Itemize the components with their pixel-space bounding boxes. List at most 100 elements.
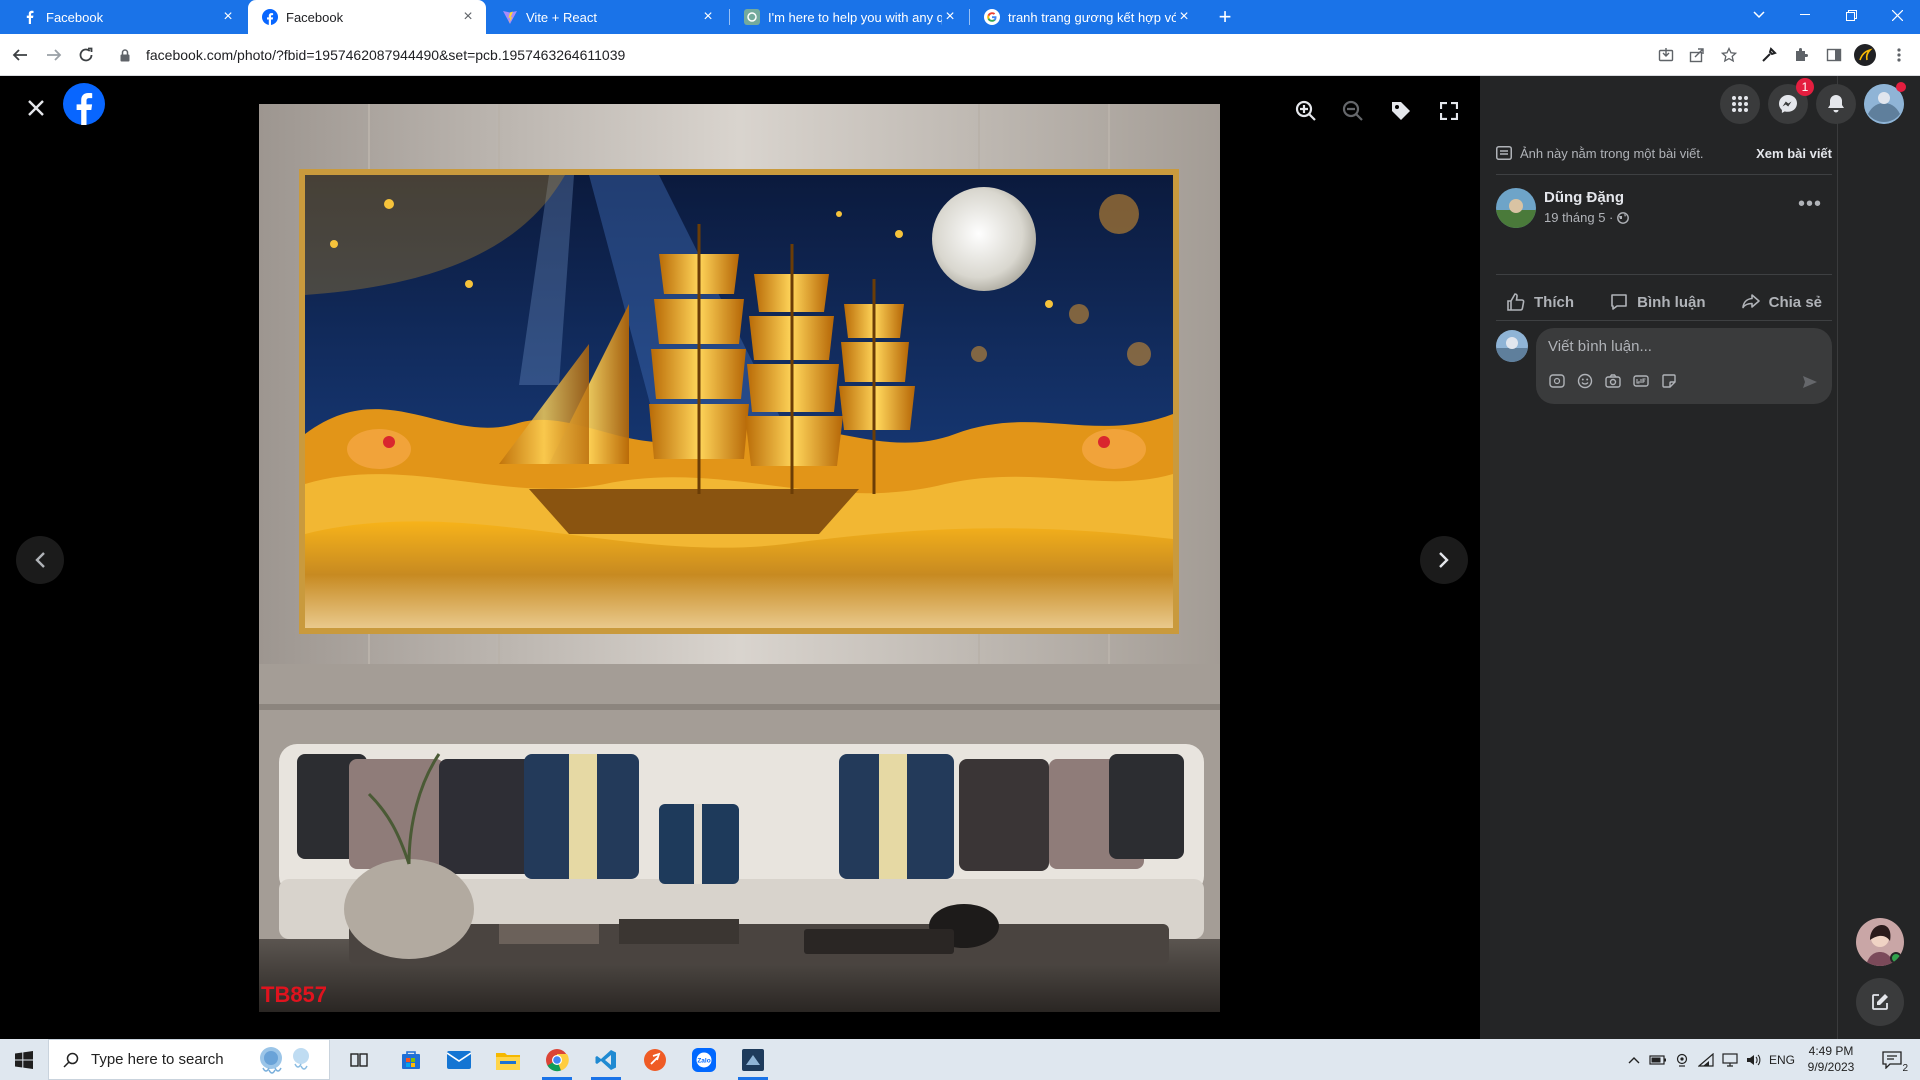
new-message-button[interactable] — [1856, 978, 1904, 1026]
account-avatar[interactable] — [1864, 82, 1906, 124]
vscode-taskbar-icon[interactable] — [583, 1039, 629, 1080]
chatgpt-icon — [744, 9, 760, 25]
tab-chatgpt[interactable]: I'm here to help you with any qu × — [730, 0, 968, 34]
webcam-icon[interactable] — [1670, 1039, 1694, 1080]
close-tab-icon[interactable]: × — [700, 9, 716, 25]
facebook-logo[interactable] — [63, 83, 105, 125]
side-panel-icon[interactable] — [1823, 44, 1845, 66]
share-icon[interactable] — [1686, 44, 1708, 66]
previous-photo-button[interactable] — [16, 536, 64, 584]
tab-facebook-1[interactable]: Facebook × — [8, 0, 246, 34]
post-info-text: Ảnh này nằm trong một bài viết. — [1520, 145, 1704, 161]
comment-input[interactable]: Viết bình luận... — [1548, 338, 1652, 355]
avatar-sticker-icon[interactable] — [1548, 372, 1566, 390]
tab-google-search[interactable]: tranh trang gương kết hợp với m × — [970, 0, 1202, 34]
system-clock[interactable]: 4:49 PM 9/9/2023 — [1796, 1043, 1866, 1075]
eyedropper-extension-icon[interactable] — [1758, 44, 1780, 66]
postman-icon[interactable] — [632, 1039, 678, 1080]
windows-start-button[interactable] — [0, 1039, 48, 1080]
zoom-out-icon[interactable] — [1336, 94, 1370, 128]
close-viewer-icon[interactable] — [20, 92, 52, 124]
divider — [1496, 274, 1832, 275]
author-avatar[interactable] — [1496, 188, 1536, 228]
address-bar[interactable]: facebook.com/photo/?fbid=195746208794449… — [110, 39, 1740, 71]
photo-watermark: TB857 — [261, 982, 328, 1007]
close-window-button[interactable] — [1874, 0, 1920, 30]
author-name[interactable]: Dũng Đặng — [1544, 189, 1624, 206]
close-tab-icon[interactable]: × — [1176, 9, 1192, 25]
restore-button[interactable] — [1828, 0, 1874, 30]
tab-vite-react[interactable]: Vite + React × — [488, 0, 726, 34]
forward-button[interactable] — [40, 41, 68, 69]
post-photo: TB857 — [259, 104, 1220, 1012]
chat-contact-avatar[interactable] — [1856, 918, 1904, 966]
network-display-icon[interactable] — [1718, 1039, 1742, 1080]
next-photo-button[interactable] — [1420, 536, 1468, 584]
search-highlight-illustration — [249, 1044, 319, 1076]
zoom-in-icon[interactable] — [1289, 94, 1323, 128]
reload-button[interactable] — [72, 41, 100, 69]
task-view-icon[interactable] — [336, 1039, 382, 1080]
bookmark-star-icon[interactable] — [1718, 44, 1740, 66]
see-post-link[interactable]: Xem bài viết — [1756, 146, 1832, 161]
mail-icon[interactable] — [436, 1039, 482, 1080]
browser-tab-strip: Facebook × Facebook × Vite + React × I'm… — [0, 0, 1920, 34]
profile-avatar[interactable] — [1854, 44, 1876, 66]
taskbar-search-box[interactable]: Type here to search — [48, 1039, 330, 1080]
fullscreen-icon[interactable] — [1432, 94, 1466, 128]
gif-icon[interactable] — [1632, 372, 1650, 390]
microsoft-store-icon[interactable] — [388, 1039, 434, 1080]
battery-icon[interactable] — [1646, 1039, 1670, 1080]
notifications-button[interactable] — [1816, 84, 1856, 124]
messenger-button[interactable]: 1 — [1768, 78, 1814, 124]
sticker-icon[interactable] — [1660, 372, 1678, 390]
volume-icon[interactable] — [1742, 1039, 1766, 1080]
back-button[interactable] — [6, 41, 34, 69]
clock-time: 4:49 PM — [1808, 1044, 1854, 1058]
app-window-taskbar-icon[interactable] — [730, 1039, 776, 1080]
close-tab-icon[interactable]: × — [220, 9, 236, 25]
chrome-menu-icon[interactable] — [1888, 44, 1910, 66]
share-button[interactable]: Chia sẻ — [1731, 292, 1832, 312]
globe-icon — [1617, 211, 1630, 224]
input-language[interactable]: ENG — [1766, 1039, 1798, 1080]
post-timestamp[interactable]: 19 tháng 5 · — [1544, 210, 1630, 225]
chrome-taskbar-icon[interactable] — [534, 1039, 580, 1080]
like-button[interactable]: Thích — [1496, 292, 1584, 312]
comment-icon — [1611, 294, 1627, 310]
post-info-row: Ảnh này nằm trong một bài viết. Xem bài … — [1496, 140, 1832, 166]
action-center-button[interactable]: 2 — [1870, 1039, 1914, 1080]
svg-text:Zalo: Zalo — [697, 1057, 710, 1064]
zalo-icon[interactable]: Zalo — [681, 1039, 727, 1080]
tab-search-chevron-icon[interactable] — [1736, 0, 1782, 30]
share-label: Chia sẻ — [1768, 293, 1822, 311]
menu-button[interactable] — [1720, 84, 1760, 124]
compose-icon — [1872, 994, 1888, 1010]
comment-button[interactable]: Bình luận — [1599, 292, 1715, 312]
minimize-button[interactable] — [1782, 0, 1828, 30]
comment-composer[interactable]: Viết bình luận... — [1536, 328, 1832, 404]
send-comment-icon[interactable] — [1802, 374, 1818, 395]
emoji-icon[interactable] — [1576, 372, 1594, 390]
account-alert-dot — [1896, 82, 1906, 92]
current-user-avatar[interactable] — [1496, 330, 1528, 362]
post-document-icon — [1496, 146, 1512, 160]
wifi-icon[interactable] — [1694, 1039, 1718, 1080]
extensions-puzzle-icon[interactable] — [1790, 44, 1812, 66]
tab-facebook-2[interactable]: Facebook × — [248, 0, 486, 34]
camera-icon[interactable] — [1604, 372, 1622, 390]
lock-icon[interactable] — [120, 48, 138, 62]
close-tab-icon[interactable]: × — [942, 9, 958, 25]
more-options-icon[interactable]: ••• — [1798, 194, 1822, 214]
new-tab-button[interactable]: + — [1212, 4, 1238, 30]
show-hidden-icons-chevron[interactable] — [1622, 1039, 1646, 1080]
tag-icon[interactable] — [1384, 94, 1418, 128]
file-explorer-icon[interactable] — [485, 1039, 531, 1080]
tab-title: I'm here to help you with any qu — [768, 9, 942, 25]
close-tab-icon[interactable]: × — [460, 9, 476, 25]
like-label: Thích — [1534, 293, 1574, 311]
windows-taskbar: Type here to search Zalo ENG 4:49 PM 9/9… — [0, 1039, 1920, 1080]
install-app-icon[interactable] — [1655, 44, 1677, 66]
facebook-icon — [262, 9, 278, 25]
comment-label: Bình luận — [1637, 293, 1706, 311]
